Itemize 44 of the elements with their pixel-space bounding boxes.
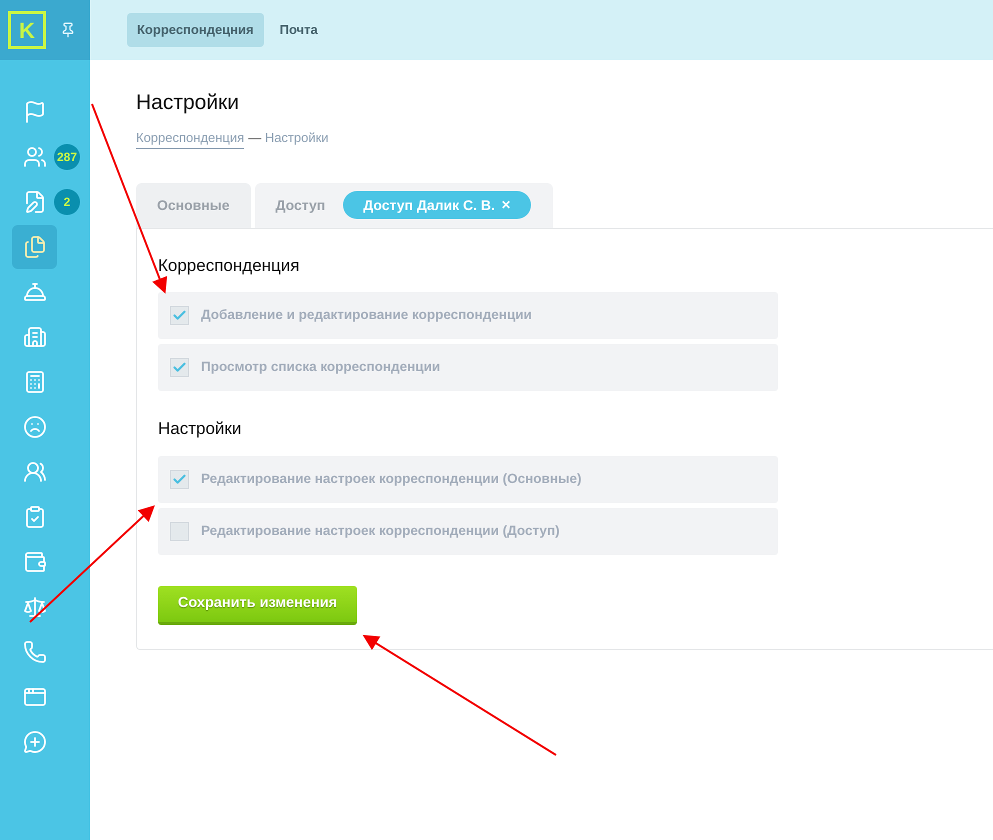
permission-label: Добавление и редактирование корреспонденции [201,306,532,324]
breadcrumb-current: — Настройки [248,129,329,147]
count-badge: 287 [54,144,80,170]
people-icon [22,145,46,169]
tab[interactable]: Доступ Доступ Далик С. В. ✕ [254,182,553,228]
documents-icon [22,235,46,259]
chip-label: Доступ Далик С. В. [363,196,495,215]
page-title: Настройки [136,90,240,116]
permission-row[interactable]: Редактирование настроек корреспонденции (Доступ) [158,508,778,554]
close-icon[interactable]: ✕ [500,196,511,214]
sidebar-item[interactable] [12,225,57,269]
group-icon [22,460,46,484]
permission-label: Редактирование настроек корреспонденции (Доступ) [201,522,560,540]
checkbox[interactable] [170,358,189,377]
logo[interactable]: K [8,11,46,49]
pin-icon[interactable] [60,22,76,38]
scales-icon [22,595,46,619]
top-tab[interactable]: Почта [270,13,328,47]
chat-add-icon [22,730,46,754]
count-badge: 2 [54,189,80,215]
checkbox[interactable] [170,522,189,540]
reception-bell-icon [22,280,46,304]
sad-face-icon [22,415,46,439]
permission-row[interactable]: Просмотр списка корреспонденции [158,344,778,391]
building-icon [22,325,46,349]
breadcrumb-link[interactable]: Корреспонденция [136,128,244,148]
user-chip[interactable]: Доступ Далик С. В. ✕ [343,191,531,219]
checkbox[interactable] [170,470,189,488]
tab-label: Доступ [276,196,326,215]
section-title: Настройки [158,418,242,440]
check-icon [172,472,187,486]
top-tab[interactable]: Корреспондецния [127,13,264,47]
permission-label: Редактирование настроек корреспонденции (Основные) [201,470,582,488]
checkbox[interactable] [170,306,189,325]
permission-label: Просмотр списка корреспонденции [201,358,440,376]
tab-label: Основные [157,196,230,214]
permission-row[interactable]: Редактирование настроек корреспонденции (Основные) [158,456,778,502]
phone-icon [22,640,46,664]
browser-window-icon [22,685,46,709]
save-button[interactable]: Сохранить изменения [158,586,357,624]
permission-row[interactable]: Добавление и редактирование корреспонденции [158,292,778,339]
section-title: Корреспонденция [158,254,300,276]
wallet-icon [22,550,46,574]
tab[interactable]: Основные [136,182,250,228]
